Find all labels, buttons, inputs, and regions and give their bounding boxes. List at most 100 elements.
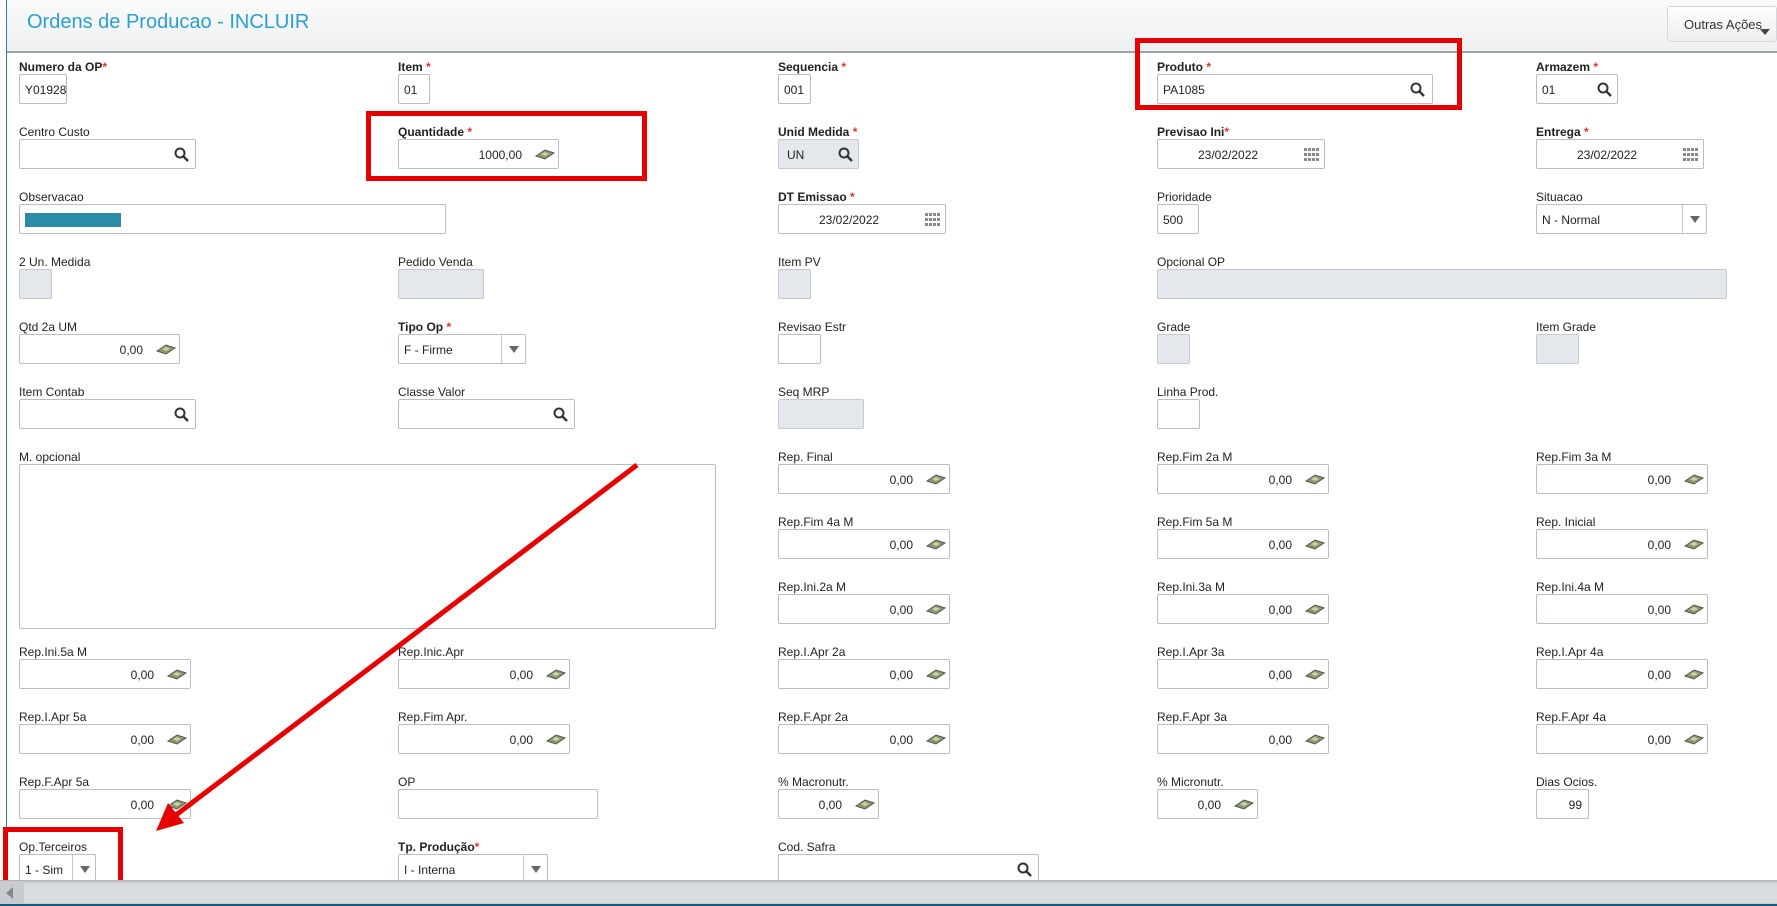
micronutr-field[interactable]: 0,00	[1157, 789, 1258, 819]
item-contab-field[interactable]	[19, 399, 196, 429]
rep-inic-apr-label: Rep.Inic.Apr	[398, 645, 465, 659]
search-icon[interactable]	[1597, 82, 1613, 98]
seq-mrp-field[interactable]	[778, 399, 864, 429]
item-field[interactable]: 01	[398, 74, 430, 104]
observacao-field[interactable]	[19, 204, 446, 234]
calculator-icon[interactable]	[926, 732, 946, 746]
grade-field[interactable]	[1157, 334, 1190, 364]
calculator-icon[interactable]	[1684, 472, 1704, 486]
entrega-field[interactable]: 23/02/2022	[1536, 139, 1704, 169]
search-icon[interactable]	[174, 407, 190, 423]
rep-ini-2a-field[interactable]: 0,00	[778, 594, 950, 624]
horizontal-scrollbar[interactable]	[0, 880, 1777, 906]
calculator-icon[interactable]	[926, 472, 946, 486]
unid-medida-field[interactable]: UN	[778, 139, 859, 169]
rep-f-apr-4a-field[interactable]: 0,00	[1536, 724, 1708, 754]
situacao-select[interactable]: N - Normal	[1536, 204, 1707, 234]
calculator-icon[interactable]	[1305, 472, 1325, 486]
search-icon[interactable]	[838, 147, 854, 163]
dt-emissao-field[interactable]: 23/02/2022	[778, 204, 946, 234]
sequencia-field[interactable]: 001	[778, 74, 811, 104]
dias-ocios-field[interactable]: 99	[1536, 789, 1589, 819]
rep-f-apr-2a-field[interactable]: 0,00	[778, 724, 950, 754]
rep-fim-4a-field[interactable]: 0,00	[778, 529, 950, 559]
rep-f-apr-5a-field[interactable]: 0,00	[19, 789, 191, 819]
classe-valor-field[interactable]	[398, 399, 575, 429]
rep-f-apr-3a-field[interactable]: 0,00	[1157, 724, 1329, 754]
calculator-icon[interactable]	[1684, 732, 1704, 746]
scroll-left-icon[interactable]	[6, 887, 13, 899]
calculator-icon[interactable]	[546, 732, 566, 746]
rep-inicial-label: Rep. Inicial	[1536, 515, 1596, 529]
rep-i-apr-3a-field[interactable]: 0,00	[1157, 659, 1329, 689]
calculator-icon[interactable]	[1305, 602, 1325, 616]
calculator-icon[interactable]	[167, 732, 187, 746]
rep-ini-5a-label: Rep.Ini.5a M	[19, 645, 88, 659]
calculator-icon[interactable]	[1684, 602, 1704, 616]
armazem-field[interactable]: 01	[1536, 74, 1618, 104]
previsao-ini-field[interactable]: 23/02/2022	[1157, 139, 1325, 169]
opcional-op-field[interactable]	[1157, 269, 1727, 299]
op-label: OP	[398, 775, 416, 789]
linha-prod-field[interactable]	[1157, 399, 1200, 429]
rep-ini-4a-field[interactable]: 0,00	[1536, 594, 1708, 624]
rep-final-field[interactable]: 0,00	[778, 464, 950, 494]
tp-producao-label: Tp. Produção*	[398, 840, 480, 854]
centro-custo-field[interactable]	[19, 139, 196, 169]
calendar-icon[interactable]	[925, 213, 940, 226]
calculator-icon[interactable]	[926, 537, 946, 551]
rep-ini-5a-field[interactable]: 0,00	[19, 659, 191, 689]
calculator-icon[interactable]	[546, 667, 566, 681]
grade-label: Grade	[1157, 320, 1191, 334]
rep-fim-3a-field[interactable]: 0,00	[1536, 464, 1708, 494]
item-pv-field[interactable]	[778, 269, 811, 299]
outras-acoes-button[interactable]: Outras Ações	[1667, 6, 1777, 42]
calculator-icon[interactable]	[1684, 537, 1704, 551]
calculator-icon[interactable]	[1305, 537, 1325, 551]
qtd-2a-um-field[interactable]: 0,00	[19, 334, 180, 364]
prioridade-field[interactable]: 500	[1157, 204, 1199, 234]
observacao-selection	[25, 213, 121, 227]
calculator-icon[interactable]	[1684, 667, 1704, 681]
calculator-icon[interactable]	[926, 667, 946, 681]
un2-medida-field[interactable]	[19, 269, 52, 299]
rep-ini-3a-field[interactable]: 0,00	[1157, 594, 1329, 624]
calculator-icon[interactable]	[1305, 732, 1325, 746]
rep-i-apr-2a-field[interactable]: 0,00	[778, 659, 950, 689]
calculator-icon[interactable]	[167, 797, 187, 811]
item-grade-field[interactable]	[1536, 334, 1579, 364]
tipo-op-select[interactable]: F - Firme	[398, 334, 526, 364]
calendar-icon[interactable]	[1304, 148, 1319, 161]
calculator-icon[interactable]	[926, 602, 946, 616]
macronutr-field[interactable]: 0,00	[778, 789, 879, 819]
calculator-icon[interactable]	[855, 797, 875, 811]
m-opcional-textarea[interactable]	[19, 464, 716, 629]
search-icon[interactable]	[174, 147, 190, 163]
rep-inicial-field[interactable]: 0,00	[1536, 529, 1708, 559]
rep-i-apr-4a-field[interactable]: 0,00	[1536, 659, 1708, 689]
calculator-icon[interactable]	[167, 667, 187, 681]
dt-emissao-label: DT Emissao *	[778, 190, 855, 204]
rep-fim-2a-field[interactable]: 0,00	[1157, 464, 1329, 494]
op-field[interactable]	[398, 789, 598, 819]
calculator-icon[interactable]	[156, 342, 176, 356]
item-pv-label: Item PV	[778, 255, 821, 269]
pedido-venda-field[interactable]	[398, 269, 484, 299]
calendar-icon[interactable]	[1683, 148, 1698, 161]
produto-highlight-box	[1135, 38, 1462, 110]
search-icon[interactable]	[1017, 862, 1033, 878]
rep-final-label: Rep. Final	[778, 450, 833, 464]
rep-f-apr-4a-label: Rep.F.Apr 4a	[1536, 710, 1607, 724]
rep-fim-apr-field[interactable]: 0,00	[398, 724, 570, 754]
revisao-estr-field[interactable]	[778, 334, 821, 364]
search-icon[interactable]	[553, 407, 569, 423]
calculator-icon[interactable]	[1305, 667, 1325, 681]
rep-ini-2a-label: Rep.Ini.2a M	[778, 580, 847, 594]
rep-inic-apr-field[interactable]: 0,00	[398, 659, 570, 689]
rep-fim-5a-field[interactable]: 0,00	[1157, 529, 1329, 559]
numero-op-field[interactable]: Y01928	[19, 74, 67, 104]
calculator-icon[interactable]	[1234, 797, 1254, 811]
rep-f-apr-3a-label: Rep.F.Apr 3a	[1157, 710, 1228, 724]
scrollbar-track[interactable]	[24, 883, 1777, 903]
rep-i-apr-5a-field[interactable]: 0,00	[19, 724, 191, 754]
